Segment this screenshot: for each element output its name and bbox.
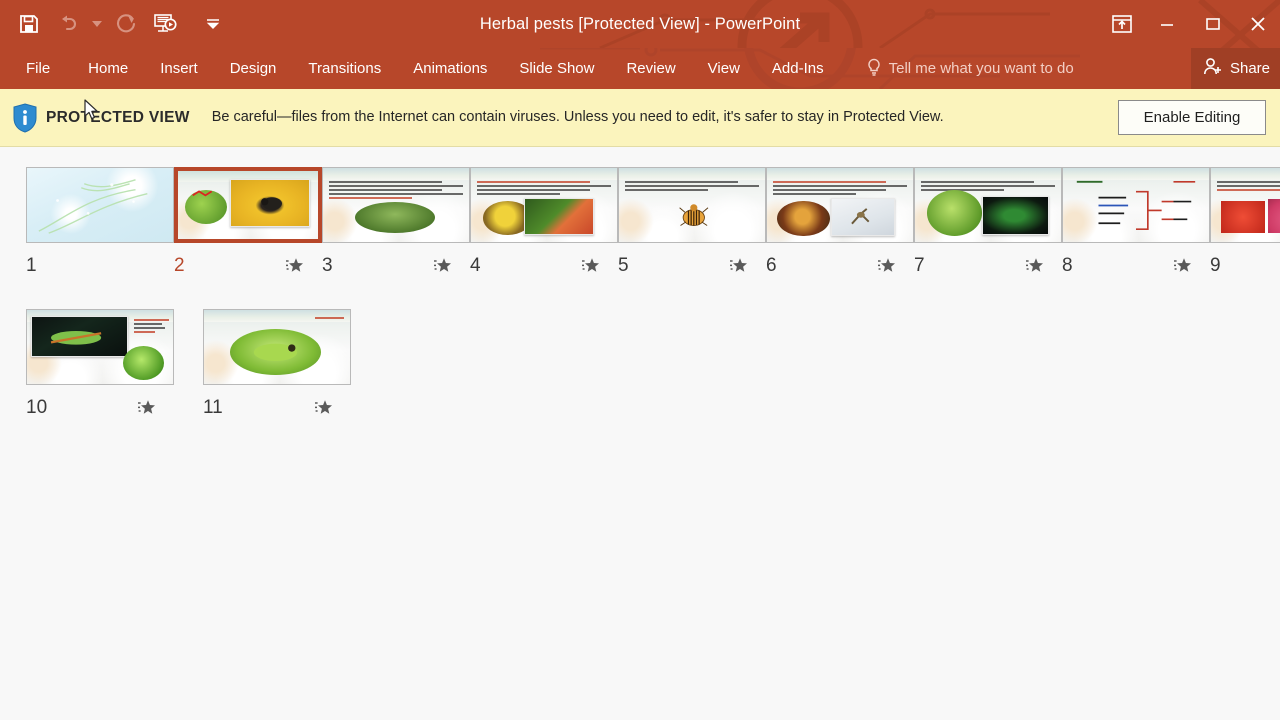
slide-sorter-pane: 1 2 3 4 5 6 7 8 9 10 11 <box>0 147 1280 419</box>
slide-number: 2 <box>174 255 185 276</box>
restore-icon[interactable] <box>1190 0 1236 48</box>
info-shield-icon <box>10 102 40 133</box>
play-animations-star-icon[interactable] <box>580 256 600 276</box>
slide-cell[interactable]: 2 <box>174 161 322 277</box>
slide-thumbnail-1[interactable] <box>26 167 174 243</box>
slide-cell[interactable]: 9 <box>1210 161 1280 277</box>
slide-number: 4 <box>470 255 481 276</box>
tab-insert[interactable]: Insert <box>144 48 214 89</box>
slide-cell[interactable]: 11 <box>203 303 380 419</box>
title-bar: Herbal pests [Protected View] - PowerPoi… <box>0 0 1280 48</box>
play-animations-star-icon[interactable] <box>284 256 304 276</box>
mouse-cursor <box>84 99 98 120</box>
tab-home[interactable]: Home <box>72 48 144 89</box>
slide-number: 10 <box>26 397 48 418</box>
close-icon[interactable] <box>1236 0 1280 48</box>
tab-review[interactable]: Review <box>610 48 691 89</box>
slide-meta: 3 <box>322 255 470 277</box>
slide-meta: 4 <box>470 255 618 277</box>
slide-meta: 8 <box>1062 255 1210 277</box>
slide-meta: 6 <box>766 255 914 277</box>
save-icon[interactable] <box>10 4 48 44</box>
slide-cell[interactable]: 4 <box>470 161 618 277</box>
tell-me-label: Tell me what you want to do <box>888 60 1074 77</box>
protected-view-banner: PROTECTED VIEW Be careful—files from the… <box>0 89 1280 147</box>
play-animations-star-icon[interactable] <box>728 256 748 276</box>
slide-cell[interactable]: 7 <box>914 161 1062 277</box>
share-label: Share <box>1229 60 1270 77</box>
slide-number: 9 <box>1210 255 1221 276</box>
protected-view-message: Be careful—files from the Internet can c… <box>211 109 944 125</box>
undo-icon[interactable] <box>48 4 86 44</box>
slide-meta: 5 <box>618 255 766 277</box>
slide-row: 1 2 3 4 5 6 7 8 9 <box>26 161 1280 277</box>
tab-add-ins[interactable]: Add-Ins <box>756 48 840 89</box>
slide-thumbnail-2[interactable] <box>174 167 322 243</box>
tab-transitions[interactable]: Transitions <box>292 48 397 89</box>
tab-animations[interactable]: Animations <box>397 48 503 89</box>
slide-meta: 11 <box>203 397 351 419</box>
play-animations-star-icon[interactable] <box>136 398 156 418</box>
lightbulb-icon <box>866 58 882 80</box>
play-animations-star-icon[interactable] <box>432 256 452 276</box>
slide-number: 6 <box>766 255 777 276</box>
slide-meta: 7 <box>914 255 1062 277</box>
slide-row: 10 11 <box>26 303 1280 419</box>
slide-meta: 2 <box>174 255 322 277</box>
slide-thumbnail-10[interactable] <box>26 309 174 385</box>
tab-design[interactable]: Design <box>214 48 293 89</box>
ribbon-tab-bar: File Home Insert Design Transitions Anim… <box>0 48 1280 89</box>
slide-meta: 10 <box>26 397 174 419</box>
slide-number: 3 <box>322 255 333 276</box>
slide-number: 5 <box>618 255 629 276</box>
ribbon-display-options-icon[interactable] <box>1100 0 1144 48</box>
slide-thumbnail-4[interactable] <box>470 167 618 243</box>
slide-meta: 1 <box>26 255 174 277</box>
share-button[interactable]: Share <box>1190 48 1280 89</box>
tab-file[interactable]: File <box>0 48 72 89</box>
slide-thumbnail-11[interactable] <box>203 309 351 385</box>
play-animations-star-icon[interactable] <box>876 256 896 276</box>
slide-cell[interactable]: 1 <box>26 161 174 277</box>
slide-thumbnail-3[interactable] <box>322 167 470 243</box>
slide-number: 8 <box>1062 255 1073 276</box>
play-animations-star-icon[interactable] <box>1024 256 1044 276</box>
slide-thumbnail-9[interactable] <box>1210 167 1280 243</box>
person-add-icon <box>1203 57 1223 80</box>
slide-cell[interactable]: 3 <box>322 161 470 277</box>
start-from-beginning-icon[interactable] <box>146 4 184 44</box>
window-controls <box>1100 0 1280 48</box>
ribbon-tabs: File Home Insert Design Transitions Anim… <box>0 48 840 89</box>
slide-thumbnail-7[interactable] <box>914 167 1062 243</box>
redo-icon[interactable] <box>108 4 146 44</box>
slide-cell[interactable]: 5 <box>618 161 766 277</box>
tab-view[interactable]: View <box>692 48 756 89</box>
play-animations-star-icon[interactable] <box>313 398 333 418</box>
slide-cell[interactable]: 6 <box>766 161 914 277</box>
tell-me-search[interactable]: Tell me what you want to do <box>866 58 1074 80</box>
slide-meta: 9 <box>1210 255 1280 277</box>
tab-slide-show[interactable]: Slide Show <box>503 48 610 89</box>
slide-thumbnail-8[interactable] <box>1062 167 1210 243</box>
slide-number: 7 <box>914 255 925 276</box>
protected-view-badge: PROTECTED VIEW <box>46 108 190 126</box>
slide-thumbnail-6[interactable] <box>766 167 914 243</box>
undo-dropdown-icon[interactable] <box>86 4 108 44</box>
minimize-icon[interactable] <box>1144 0 1190 48</box>
enable-editing-button[interactable]: Enable Editing <box>1118 100 1266 135</box>
slide-cell[interactable]: 10 <box>26 303 203 419</box>
slide-thumbnail-5[interactable] <box>618 167 766 243</box>
customize-quick-access-toolbar-icon[interactable] <box>194 4 232 44</box>
slide-number: 11 <box>203 397 223 418</box>
play-animations-star-icon[interactable] <box>1172 256 1192 276</box>
quick-access-toolbar <box>0 0 232 48</box>
slide-number: 1 <box>26 255 37 276</box>
slide-cell[interactable]: 8 <box>1062 161 1210 277</box>
